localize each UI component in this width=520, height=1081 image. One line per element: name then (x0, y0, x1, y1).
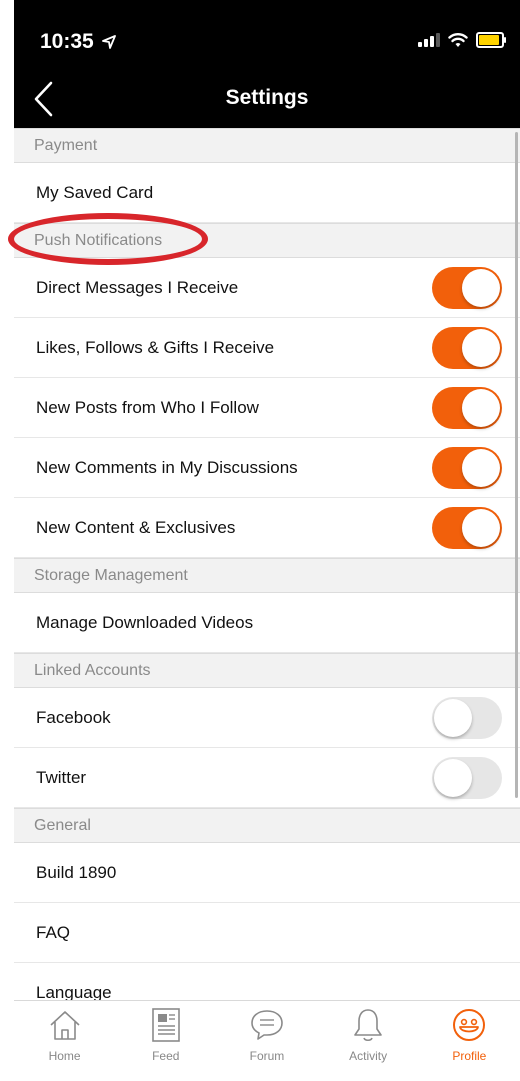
row-label: Likes, Follows & Gifts I Receive (36, 337, 275, 357)
section-header-storage: Storage Management (14, 558, 520, 593)
toggle-facebook[interactable] (432, 696, 502, 739)
forum-icon (249, 1007, 285, 1043)
battery-icon (476, 32, 506, 48)
row-build: Build 1890 (14, 843, 520, 903)
row-faq[interactable]: FAQ (14, 903, 520, 963)
row-likes-follows-gifts: Likes, Follows & Gifts I Receive (14, 318, 520, 378)
tab-forum[interactable]: Forum (223, 1001, 311, 1081)
toggle-knob (434, 758, 472, 797)
row-label: My Saved Card (36, 182, 154, 202)
toggle-knob (462, 388, 500, 427)
page-title: Settings (225, 86, 309, 109)
section-header-push-notifications: Push Notifications (14, 223, 520, 258)
row-facebook: Facebook (14, 688, 520, 748)
toggle-knob (434, 698, 472, 737)
row-label: Build 1890 (36, 862, 117, 882)
row-manage-downloaded-videos[interactable]: Manage Downloaded Videos (14, 593, 520, 653)
status-icons (418, 32, 506, 48)
row-label: New Comments in My Discussions (36, 457, 298, 477)
row-label: New Posts from Who I Follow (36, 397, 259, 417)
tab-activity[interactable]: Activity (324, 1001, 412, 1081)
settings-screen: 10:35 Settings Payment My Saved Card Pus… (14, 0, 520, 1081)
smiley-icon (451, 1007, 487, 1043)
toggle-new-content[interactable] (432, 506, 502, 549)
tab-label: Home (48, 1049, 81, 1063)
toggle-new-comments[interactable] (432, 446, 502, 489)
row-twitter: Twitter (14, 748, 520, 808)
row-label: Twitter (36, 767, 87, 787)
feed-icon (148, 1007, 184, 1043)
section-header-linked-accounts: Linked Accounts (14, 653, 520, 688)
toggle-twitter[interactable] (432, 756, 502, 799)
tab-label: Profile (452, 1049, 487, 1063)
toggle-likes-follows-gifts[interactable] (432, 326, 502, 369)
row-label: Facebook (36, 707, 111, 727)
toggle-knob (462, 508, 500, 547)
settings-list: Payment My Saved Card Push Notifications… (14, 128, 520, 1023)
tab-label: Activity (349, 1049, 388, 1063)
bell-icon (350, 1007, 386, 1043)
section-header-payment: Payment (14, 128, 520, 163)
cellular-signal-icon (418, 33, 440, 47)
tab-home[interactable]: Home (21, 1001, 109, 1081)
row-label: Manage Downloaded Videos (36, 612, 254, 632)
tab-label: Feed (152, 1049, 180, 1063)
row-label: FAQ (36, 922, 71, 942)
row-new-posts: New Posts from Who I Follow (14, 378, 520, 438)
row-label: New Content & Exclusives (36, 517, 236, 537)
toggle-direct-messages[interactable] (432, 266, 502, 309)
toggle-new-posts[interactable] (432, 386, 502, 429)
wifi-icon (448, 33, 468, 47)
toggle-knob (462, 448, 500, 487)
header: 10:35 Settings (14, 0, 520, 128)
status-time-text: 10:35 (40, 30, 94, 53)
row-direct-messages: Direct Messages I Receive (14, 258, 520, 318)
row-new-comments: New Comments in My Discussions (14, 438, 520, 498)
status-time: 10:35 (40, 30, 116, 54)
location-arrow-icon (101, 35, 116, 50)
toggle-knob (462, 328, 500, 367)
row-new-content: New Content & Exclusives (14, 498, 520, 558)
home-icon (47, 1007, 83, 1043)
tab-profile[interactable]: Profile (425, 1001, 513, 1081)
row-label: Direct Messages I Receive (36, 277, 239, 297)
tab-label: Forum (249, 1049, 285, 1063)
tab-feed[interactable]: Feed (122, 1001, 210, 1081)
scrollbar[interactable] (515, 132, 518, 798)
row-my-saved-card[interactable]: My Saved Card (14, 163, 520, 223)
section-header-general: General (14, 808, 520, 843)
tab-bar: Home Feed Forum Activity Profile (14, 1000, 520, 1081)
toggle-knob (462, 268, 500, 307)
